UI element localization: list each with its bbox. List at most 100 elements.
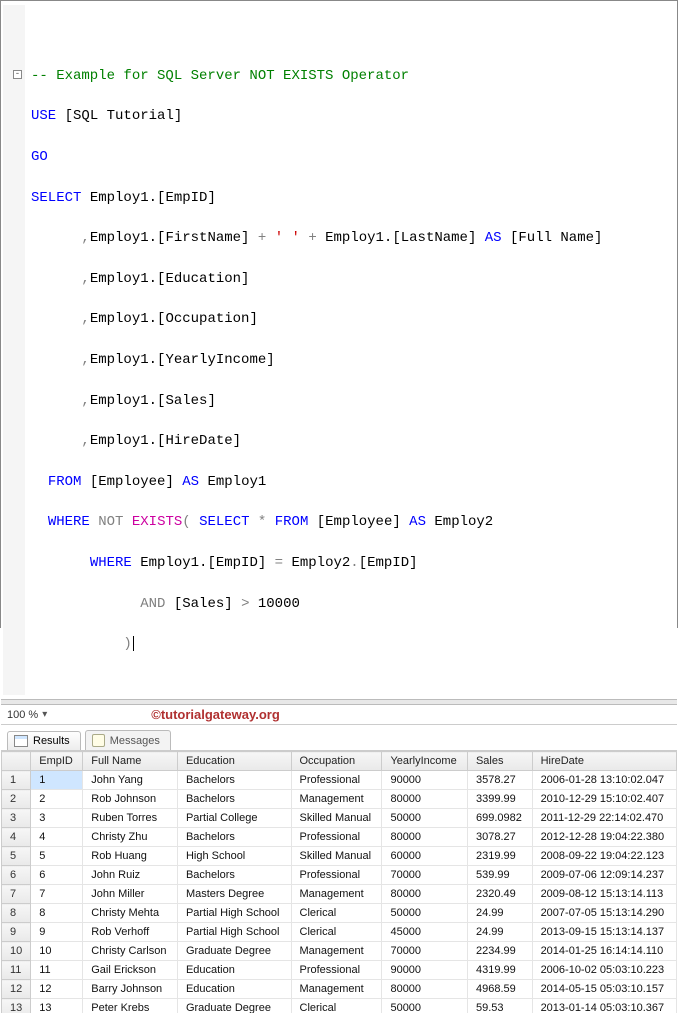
cell[interactable]: 24.99 [467, 923, 532, 942]
table-row[interactable]: 77John MillerMasters DegreeManagement800… [2, 885, 677, 904]
row-number[interactable]: 9 [2, 923, 31, 942]
cell[interactable]: Christy Mehta [83, 904, 178, 923]
row-number[interactable]: 12 [2, 980, 31, 999]
cell[interactable]: Bachelors [177, 790, 291, 809]
column-header[interactable]: Education [177, 752, 291, 771]
tab-results[interactable]: Results [7, 731, 81, 750]
chevron-down-icon[interactable]: ▾ [42, 709, 47, 720]
row-number[interactable]: 1 [2, 771, 31, 790]
table-row[interactable]: 1111Gail EricksonEducationProfessional90… [2, 961, 677, 980]
zoom-level[interactable]: 100 % [7, 709, 38, 721]
cell[interactable]: 80000 [382, 790, 468, 809]
cell[interactable]: 2011-12-29 22:14:02.470 [532, 809, 676, 828]
cell[interactable]: 45000 [382, 923, 468, 942]
table-row[interactable]: 1212Barry JohnsonEducationManagement8000… [2, 980, 677, 999]
cell[interactable]: John Yang [83, 771, 178, 790]
cell[interactable]: Professional [291, 866, 382, 885]
cell[interactable]: 80000 [382, 885, 468, 904]
cell[interactable]: 59.53 [467, 999, 532, 1013]
cell[interactable]: 2009-08-12 15:13:14.113 [532, 885, 676, 904]
column-header[interactable]: Occupation [291, 752, 382, 771]
cell[interactable]: Graduate Degree [177, 999, 291, 1013]
row-number[interactable]: 13 [2, 999, 31, 1013]
results-grid-wrap[interactable]: EmpIDFull NameEducationOccupationYearlyI… [1, 751, 677, 1013]
cell[interactable]: Professional [291, 828, 382, 847]
cell[interactable]: 4 [31, 828, 83, 847]
cell[interactable]: John Miller [83, 885, 178, 904]
cell[interactable]: 699.0982 [467, 809, 532, 828]
collapse-toggle-icon[interactable]: - [13, 70, 22, 79]
cell[interactable]: Skilled Manual [291, 847, 382, 866]
cell[interactable]: Rob Johnson [83, 790, 178, 809]
cell[interactable]: Peter Krebs [83, 999, 178, 1013]
cell[interactable]: 70000 [382, 866, 468, 885]
cell[interactable]: Clerical [291, 999, 382, 1013]
cell[interactable]: Bachelors [177, 771, 291, 790]
cell[interactable]: Bachelors [177, 828, 291, 847]
cell[interactable]: 2320.49 [467, 885, 532, 904]
cell[interactable]: 3 [31, 809, 83, 828]
cell[interactable]: Bachelors [177, 866, 291, 885]
cell[interactable]: 80000 [382, 980, 468, 999]
row-number[interactable]: 11 [2, 961, 31, 980]
cell[interactable]: 2319.99 [467, 847, 532, 866]
cell[interactable]: 13 [31, 999, 83, 1013]
cell[interactable]: 8 [31, 904, 83, 923]
table-row[interactable]: 11John YangBachelorsProfessional90000357… [2, 771, 677, 790]
cell[interactable]: 3399.99 [467, 790, 532, 809]
cell[interactable]: 5 [31, 847, 83, 866]
cell[interactable]: 4319.99 [467, 961, 532, 980]
cell[interactable]: 7 [31, 885, 83, 904]
cell[interactable]: Partial College [177, 809, 291, 828]
column-header[interactable]: HireDate [532, 752, 676, 771]
cell[interactable]: 50000 [382, 904, 468, 923]
cell[interactable]: 11 [31, 961, 83, 980]
cell[interactable]: 2013-09-15 15:13:14.137 [532, 923, 676, 942]
row-number[interactable]: 10 [2, 942, 31, 961]
cell[interactable]: Masters Degree [177, 885, 291, 904]
cell[interactable]: 70000 [382, 942, 468, 961]
cell[interactable]: Education [177, 961, 291, 980]
row-number[interactable]: 5 [2, 847, 31, 866]
cell[interactable]: 2010-12-29 15:10:02.407 [532, 790, 676, 809]
cell[interactable]: Graduate Degree [177, 942, 291, 961]
row-number[interactable]: 7 [2, 885, 31, 904]
table-row[interactable]: 55Rob HuangHigh SchoolSkilled Manual6000… [2, 847, 677, 866]
cell[interactable]: Clerical [291, 923, 382, 942]
cell[interactable]: Rob Huang [83, 847, 178, 866]
table-row[interactable]: 99Rob VerhoffPartial High SchoolClerical… [2, 923, 677, 942]
cell[interactable]: Management [291, 980, 382, 999]
row-number[interactable]: 4 [2, 828, 31, 847]
cell[interactable]: John Ruiz [83, 866, 178, 885]
table-row[interactable]: 1313Peter KrebsGraduate DegreeClerical50… [2, 999, 677, 1013]
cell[interactable]: 2006-01-28 13:10:02.047 [532, 771, 676, 790]
cell[interactable]: 2006-10-02 05:03:10.223 [532, 961, 676, 980]
cell[interactable]: 24.99 [467, 904, 532, 923]
cell[interactable]: 2234.99 [467, 942, 532, 961]
table-row[interactable]: 1010Christy CarlsonGraduate DegreeManage… [2, 942, 677, 961]
cell[interactable]: 4968.59 [467, 980, 532, 999]
cell[interactable]: High School [177, 847, 291, 866]
cell[interactable]: Skilled Manual [291, 809, 382, 828]
cell[interactable]: Education [177, 980, 291, 999]
cell[interactable]: 2014-05-15 05:03:10.157 [532, 980, 676, 999]
row-number[interactable]: 2 [2, 790, 31, 809]
cell[interactable]: 2009-07-06 12:09:14.237 [532, 866, 676, 885]
cell[interactable]: Clerical [291, 904, 382, 923]
cell[interactable]: Christy Zhu [83, 828, 178, 847]
cell[interactable]: 3578.27 [467, 771, 532, 790]
cell[interactable]: Professional [291, 771, 382, 790]
cell[interactable]: 1 [31, 771, 83, 790]
cell[interactable]: 2013-01-14 05:03:10.367 [532, 999, 676, 1013]
sql-editor-pane[interactable]: - -- Example for SQL Server NOT EXISTS O… [1, 1, 677, 699]
column-header[interactable]: EmpID [31, 752, 83, 771]
cell[interactable]: Barry Johnson [83, 980, 178, 999]
table-row[interactable]: 33Ruben TorresPartial CollegeSkilled Man… [2, 809, 677, 828]
cell[interactable]: Partial High School [177, 904, 291, 923]
results-grid[interactable]: EmpIDFull NameEducationOccupationYearlyI… [1, 751, 677, 1013]
cell[interactable]: 50000 [382, 809, 468, 828]
column-header[interactable]: Full Name [83, 752, 178, 771]
cell[interactable]: 60000 [382, 847, 468, 866]
cell[interactable]: Rob Verhoff [83, 923, 178, 942]
cell[interactable]: 6 [31, 866, 83, 885]
